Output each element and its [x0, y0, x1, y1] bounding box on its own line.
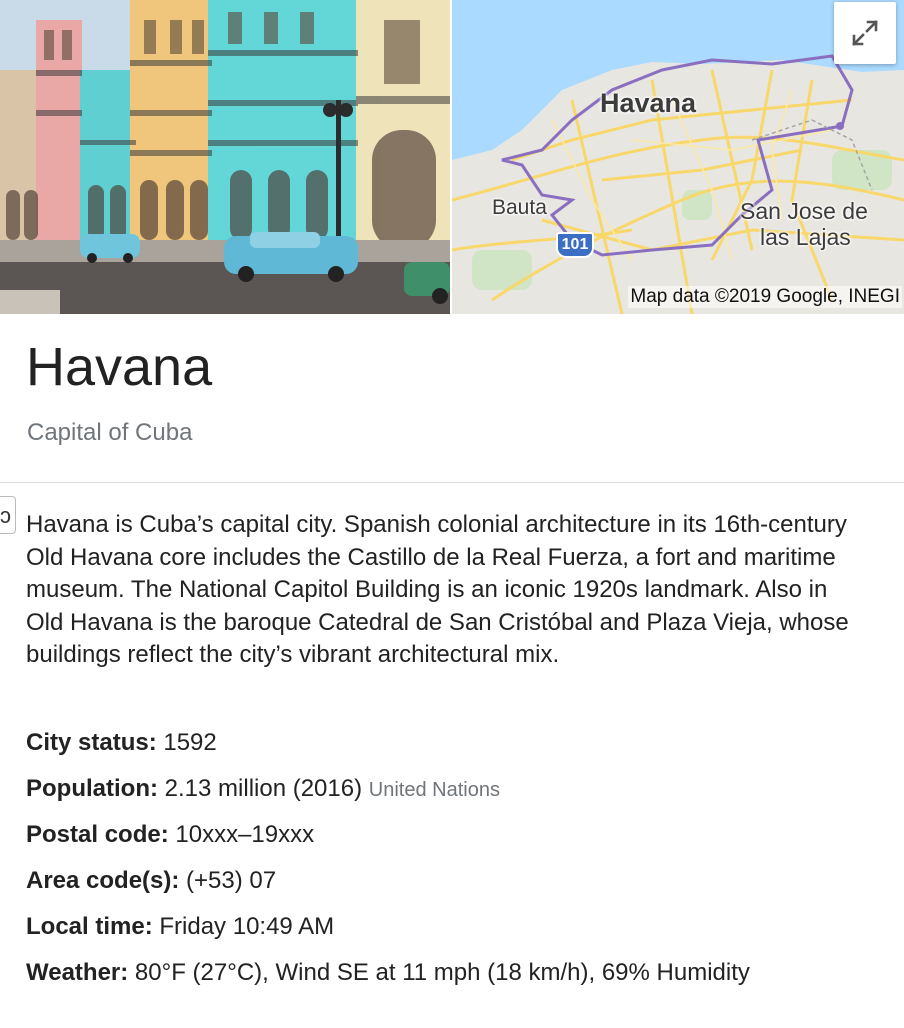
havana-street-image [0, 0, 450, 314]
fact-value: 1592 [163, 729, 217, 756]
fact-value: 10xxx–19xxx [175, 821, 315, 848]
facts-list: City status: 1592 Population: 2.13 milli… [26, 726, 896, 1002]
side-feedback-tab[interactable]: ɔ [0, 496, 16, 534]
fact-value: Friday 10:49 AM [159, 913, 335, 940]
fact-label: Local time: [26, 913, 153, 940]
fact-source-link[interactable]: United Nations [369, 779, 500, 801]
expand-arrows-icon [852, 20, 878, 46]
entity-subtitle: Capital of Cuba [27, 419, 193, 446]
hero-images: Havana Bauta San Jose de las Lajas Map d… [0, 0, 904, 314]
fact-value: (+53) 07 [186, 867, 277, 894]
highway-101-shield: 101 [556, 232, 594, 258]
map-credit: Map data ©2019 Google, INEGI [628, 286, 902, 308]
map-label-havana: Havana [600, 88, 697, 118]
entity-description: Havana is Cuba’s capital city. Spanish c… [26, 511, 849, 668]
city-photo[interactable] [0, 0, 450, 314]
fact-label: Postal code: [26, 821, 169, 848]
fact-label: Population: [26, 775, 158, 802]
fact-population: Population: 2.13 million (2016) United N… [26, 772, 896, 818]
location-map[interactable]: Havana Bauta San Jose de las Lajas Map d… [452, 0, 904, 314]
fact-city-status: City status: 1592 [26, 726, 896, 772]
fact-value: 80°F (27°C), Wind SE at 11 mph (18 km/h)… [134, 959, 750, 986]
expand-map-button[interactable] [834, 2, 896, 64]
map-label-san-jose-line1: San Jose de [740, 198, 868, 224]
fact-weather: Weather: 80°F (27°C), Wind SE at 11 mph … [26, 956, 896, 1002]
fact-value: 2.13 million (2016) [164, 775, 363, 802]
section-divider [0, 482, 904, 483]
map-label-san-jose-line2: las Lajas [760, 224, 851, 250]
map-label-bauta: Bauta [492, 196, 547, 219]
fact-label: Weather: [26, 959, 129, 986]
fact-local-time: Local time: Friday 10:49 AM [26, 910, 896, 956]
fact-area-code: Area code(s): (+53) 07 [26, 864, 896, 910]
fact-label: City status: [26, 729, 157, 756]
fact-postal-code: Postal code: 10xxx–19xxx [26, 818, 896, 864]
entity-title: Havana [26, 337, 213, 397]
fact-label: Area code(s): [26, 867, 180, 894]
